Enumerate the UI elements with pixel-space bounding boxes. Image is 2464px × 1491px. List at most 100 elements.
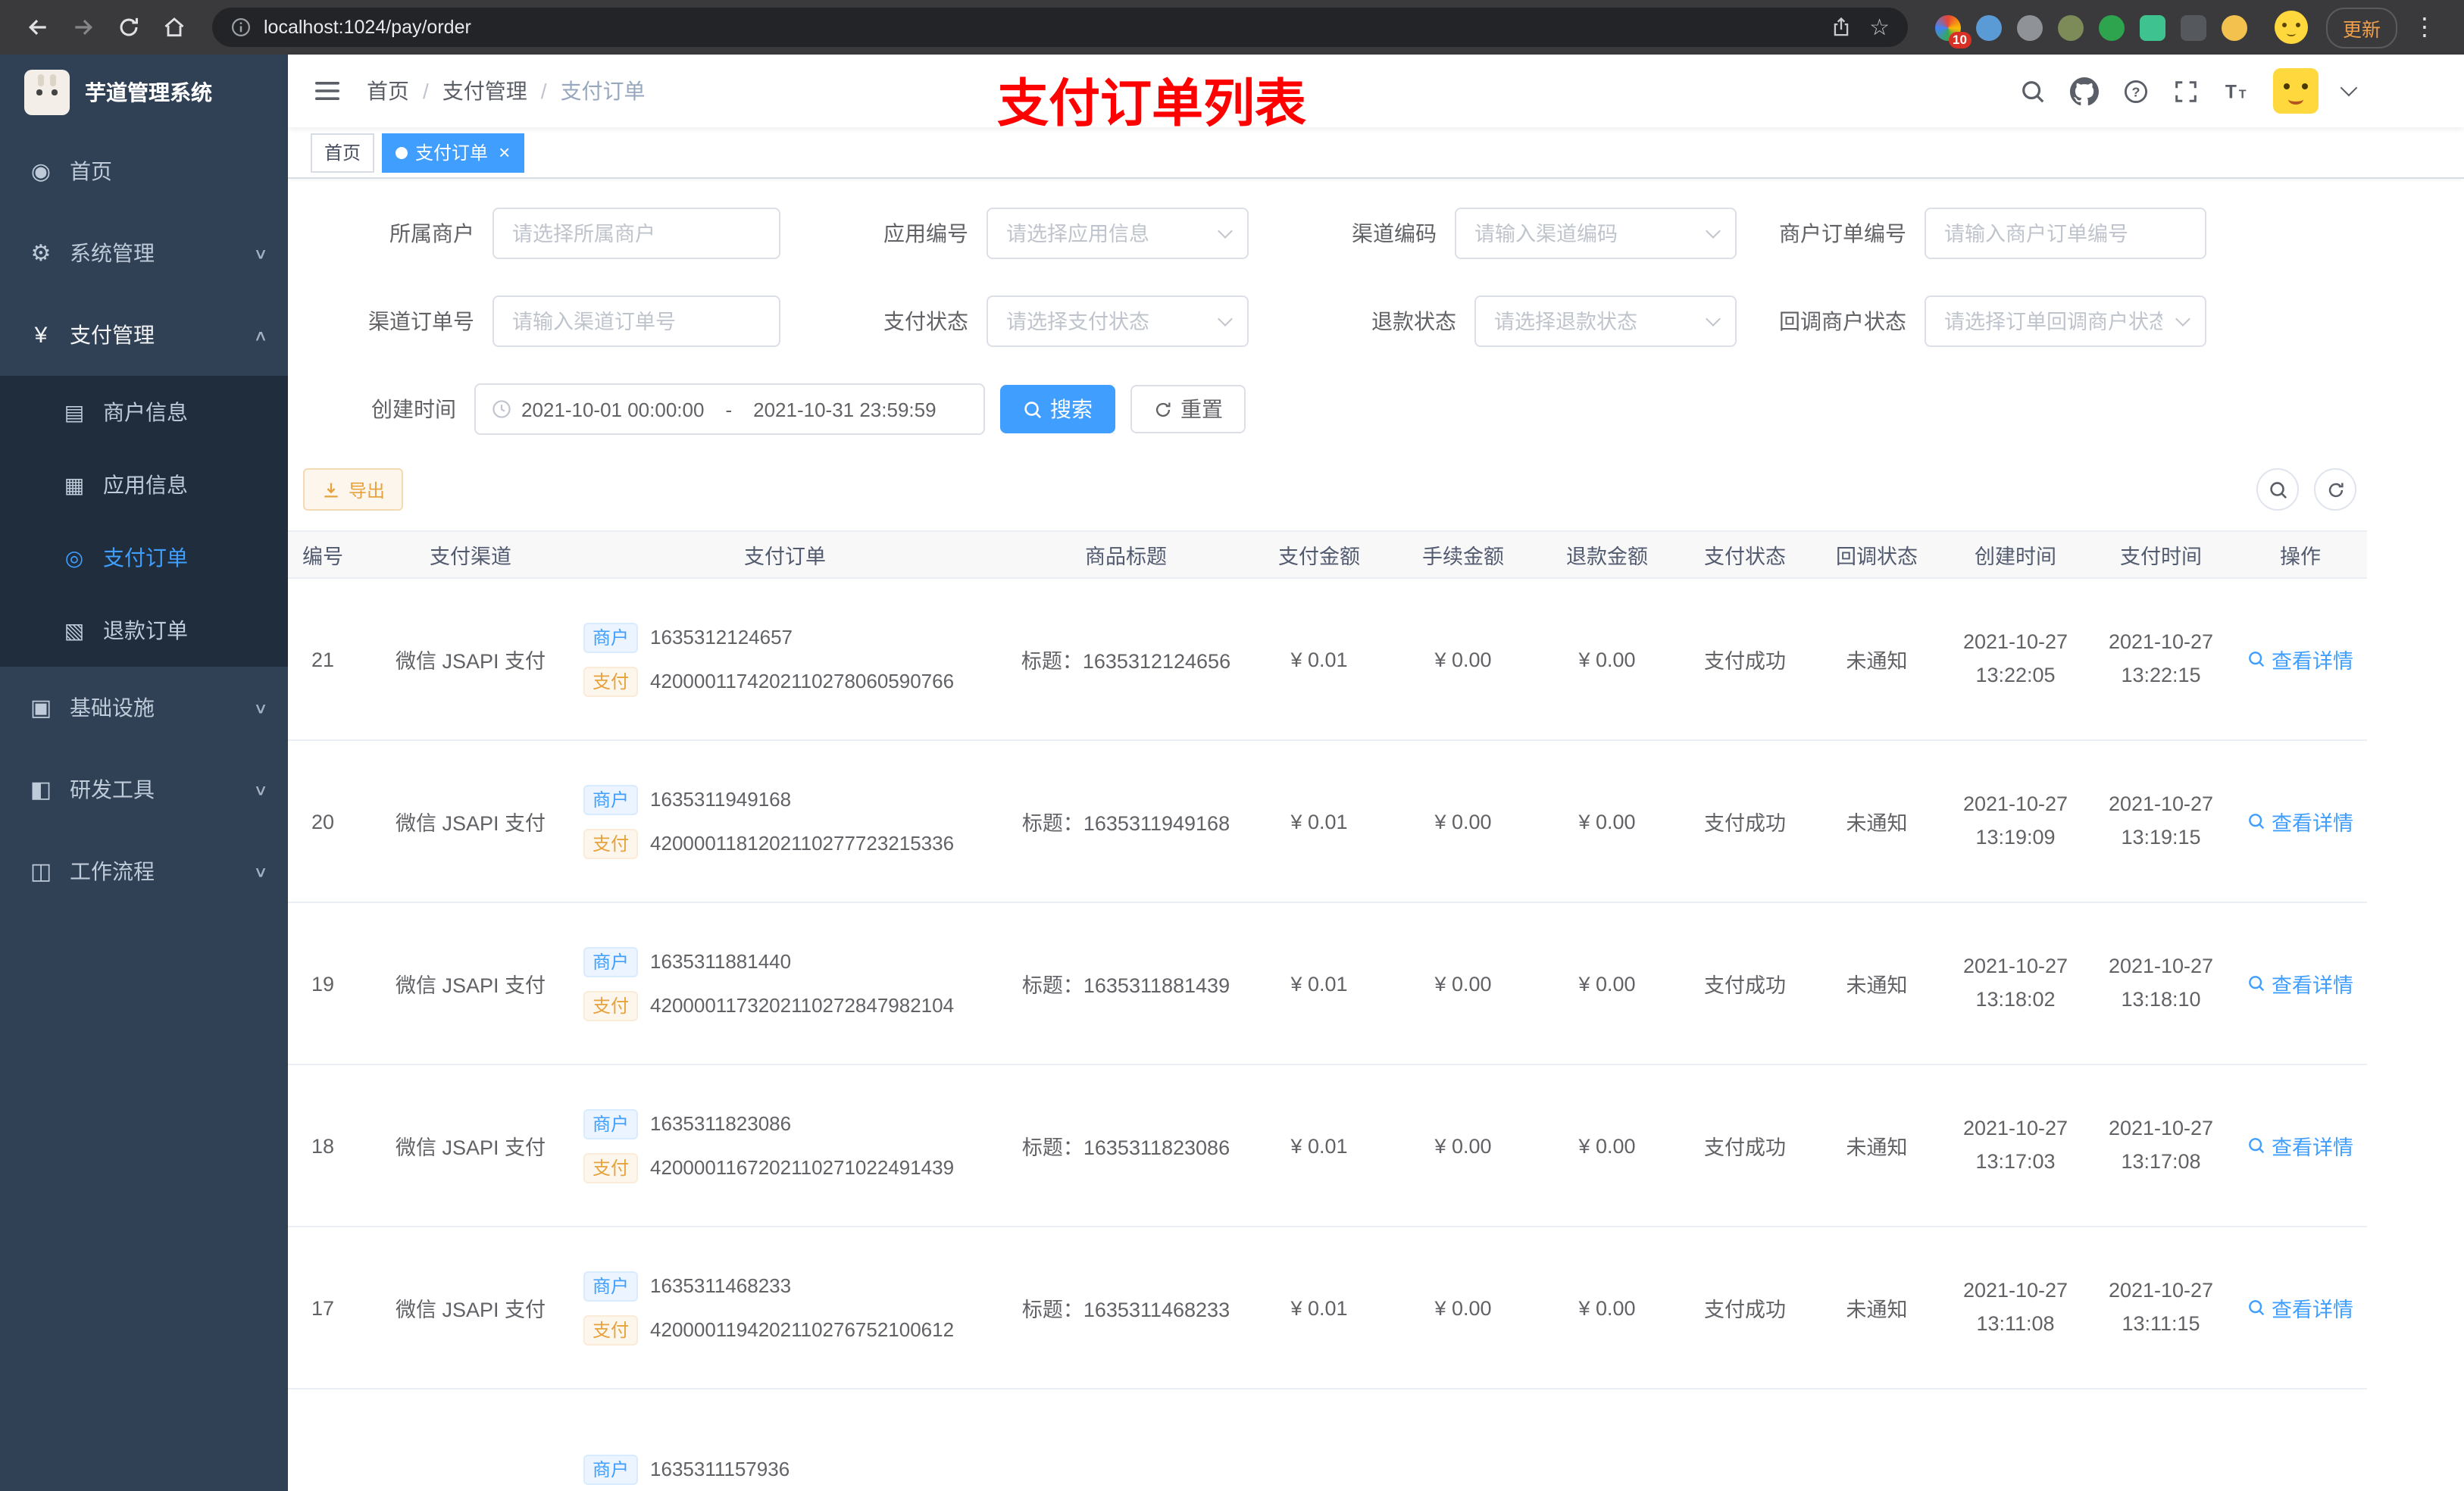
sidebar-item-app-info[interactable]: ▦ 应用信息 — [0, 449, 288, 521]
extension-icon[interactable] — [2057, 14, 2084, 40]
app-logo[interactable]: 芋道管理系统 — [0, 55, 288, 130]
sidebar-item-refund-order[interactable]: ▧ 退款订单 — [0, 594, 288, 667]
cell-refund — [1535, 1389, 1679, 1491]
extension-icon[interactable] — [2221, 14, 2247, 40]
cell-amount: ¥ 0.01 — [1247, 578, 1391, 741]
breadcrumb-item[interactable]: 支付管理 — [442, 76, 561, 106]
merchant-order-no: 1635312124657 — [650, 625, 793, 648]
font-size-icon[interactable]: TT — [2223, 78, 2249, 104]
channel-code-select[interactable] — [1455, 208, 1737, 259]
sidebar-item-dev-tools[interactable]: ◧ 研发工具 ∨ — [0, 749, 288, 830]
sidebar-item-label: 基础设施 — [70, 695, 155, 720]
browser-back-icon[interactable] — [18, 8, 58, 47]
github-icon[interactable] — [2070, 77, 2099, 105]
channel-order-no-input[interactable] — [492, 295, 780, 347]
cell-notify: 未通知 — [1811, 578, 1943, 741]
cell-status: 支付成功 — [1679, 1064, 1811, 1227]
extension-icon[interactable] — [2016, 14, 2043, 40]
refresh-icon — [1155, 402, 1171, 417]
column-header: 编号 — [288, 530, 376, 579]
bookmark-star-icon[interactable]: ☆ — [1869, 16, 1890, 39]
column-header: 支付金额 — [1247, 530, 1391, 579]
table-row: 18 微信 JSAPI 支付 商户 1635311823086 支付 4200001167… — [288, 1064, 2367, 1227]
app-select[interactable] — [987, 208, 1249, 259]
cell-title: 标题：1635311881439 — [1005, 902, 1247, 1065]
view-detail-link[interactable]: 查看详情 — [2247, 806, 2353, 836]
notify-status-select[interactable] — [1925, 295, 2206, 347]
cell-title: 标题：1635311823086 — [1005, 1064, 1247, 1227]
browser-profile-avatar[interactable] — [2274, 11, 2308, 44]
browser-home-icon[interactable] — [155, 8, 194, 47]
refresh-table-button[interactable] — [2314, 468, 2356, 511]
breadcrumb-item: 支付订单 — [560, 79, 646, 103]
sidebar-item-pay-order[interactable]: ◎ 支付订单 — [0, 521, 288, 594]
pay-status-select[interactable] — [987, 295, 1249, 347]
close-tab-icon[interactable]: × — [499, 142, 510, 162]
sidebar-item-system[interactable]: ⚙ 系统管理 ∨ — [0, 212, 288, 294]
sidebar-menu: ◉ 首页 ⚙ 系统管理 ∨ ¥ 支付管理 ∧ ▤ 商户信息 ▦ 应用信息 ◎ 支付订单 ▧ 退款订单 ▣ 基础设施… — [0, 130, 288, 912]
browser-forward-icon[interactable] — [64, 8, 103, 47]
browser-menu-icon[interactable]: ⋮ — [2403, 12, 2446, 42]
sidebar-item-label: 首页 — [70, 159, 112, 183]
breadcrumb-item[interactable]: 首页 — [367, 76, 442, 106]
table-row: 20 微信 JSAPI 支付 商户 1635311949168 支付 4200001181… — [288, 740, 2367, 903]
sidebar-item-merchant-info[interactable]: ▤ 商户信息 — [0, 376, 288, 449]
filter-label-pay-status: 支付状态 — [883, 309, 968, 333]
url-text[interactable]: localhost:1024/pay/order — [264, 17, 1812, 38]
browser-update-button[interactable]: 更新 — [2325, 7, 2397, 48]
pay-badge: 支付 — [583, 828, 639, 858]
extension-icon[interactable] — [1975, 14, 2002, 40]
fullscreen-icon[interactable] — [2173, 78, 2199, 104]
export-button[interactable]: 导出 — [303, 468, 404, 511]
cell-no: 21 — [288, 578, 376, 741]
extension-icon[interactable] — [2139, 14, 2165, 40]
refund-status-select[interactable] — [1474, 295, 1737, 347]
chevron-down-icon[interactable] — [2340, 79, 2358, 97]
search-button[interactable]: 搜索 — [1000, 385, 1115, 433]
grid-icon: ▦ — [64, 472, 85, 496]
browser-window: localhost:1024/pay/order ☆ 10 更新 ⋮ 芋道管理系… — [0, 0, 2464, 1491]
filter-label-channel-order-no: 渠道订单号 — [368, 309, 474, 333]
extension-icon[interactable] — [2098, 14, 2125, 40]
sidebar-item-label: 工作流程 — [70, 859, 155, 883]
site-info-icon[interactable] — [230, 17, 252, 38]
address-bar[interactable]: localhost:1024/pay/order ☆ — [212, 8, 1908, 47]
sidebar-item-workflow[interactable]: ◫ 工作流程 ∨ — [0, 830, 288, 912]
cell-channel: 微信 JSAPI 支付 — [376, 740, 565, 903]
merchant-badge: 商户 — [583, 622, 639, 652]
share-icon[interactable] — [1830, 17, 1851, 38]
cell-action: 查看详情 — [2234, 902, 2367, 1065]
cell-title: 标题：1635311949168 — [1005, 740, 1247, 903]
cell-title — [1005, 1389, 1247, 1491]
cell-amount: ¥ 0.01 — [1247, 740, 1391, 903]
hamburger-icon[interactable] — [312, 76, 342, 106]
filter-row-2: 渠道订单号 支付状态 退款状态 回调商户状态 — [303, 295, 2440, 347]
sidebar-item-pay[interactable]: ¥ 支付管理 ∧ — [0, 294, 288, 376]
help-icon[interactable]: ? — [2123, 78, 2149, 104]
table-toolbar: 导出 — [303, 468, 2356, 511]
extension-icon[interactable] — [2180, 14, 2206, 40]
sidebar-item-home[interactable]: ◉ 首页 — [0, 130, 288, 212]
tab-home[interactable]: 首页 — [311, 133, 375, 172]
magnifier-icon — [2249, 976, 2265, 992]
search-icon[interactable] — [2020, 78, 2046, 104]
cell-refund: ¥ 0.00 — [1535, 740, 1679, 903]
view-detail-link[interactable]: 查看详情 — [2247, 644, 2353, 674]
merchant-select[interactable] — [492, 208, 780, 259]
tab-pay-order[interactable]: 支付订单 × — [382, 133, 524, 172]
reset-button[interactable]: 重置 — [1130, 385, 1246, 433]
sidebar-item-infra[interactable]: ▣ 基础设施 ∨ — [0, 667, 288, 749]
extension-icon[interactable]: 10 — [1934, 14, 1972, 48]
view-detail-link[interactable]: 查看详情 — [2247, 968, 2353, 999]
browser-reload-icon[interactable] — [109, 8, 149, 47]
user-avatar[interactable] — [2273, 68, 2319, 114]
view-detail-link[interactable]: 查看详情 — [2247, 1293, 2353, 1323]
toggle-search-button[interactable] — [2256, 468, 2299, 511]
cell-fee: ¥ 0.00 — [1391, 1227, 1535, 1389]
merchant-order-no-input[interactable] — [1925, 208, 2206, 259]
create-time-range-picker[interactable]: 2021-10-01 00:00:00 - 2021-10-31 23:59:5… — [474, 383, 985, 435]
cell-pay-order: 商户 1635311823086 支付 42000011672021102710224… — [565, 1064, 1005, 1227]
tab-label: 支付订单 — [415, 142, 489, 164]
filter-row-3: 创建时间 2021-10-01 00:00:00 - 2021-10-31 23… — [303, 383, 2440, 435]
view-detail-link[interactable]: 查看详情 — [2247, 1130, 2353, 1161]
